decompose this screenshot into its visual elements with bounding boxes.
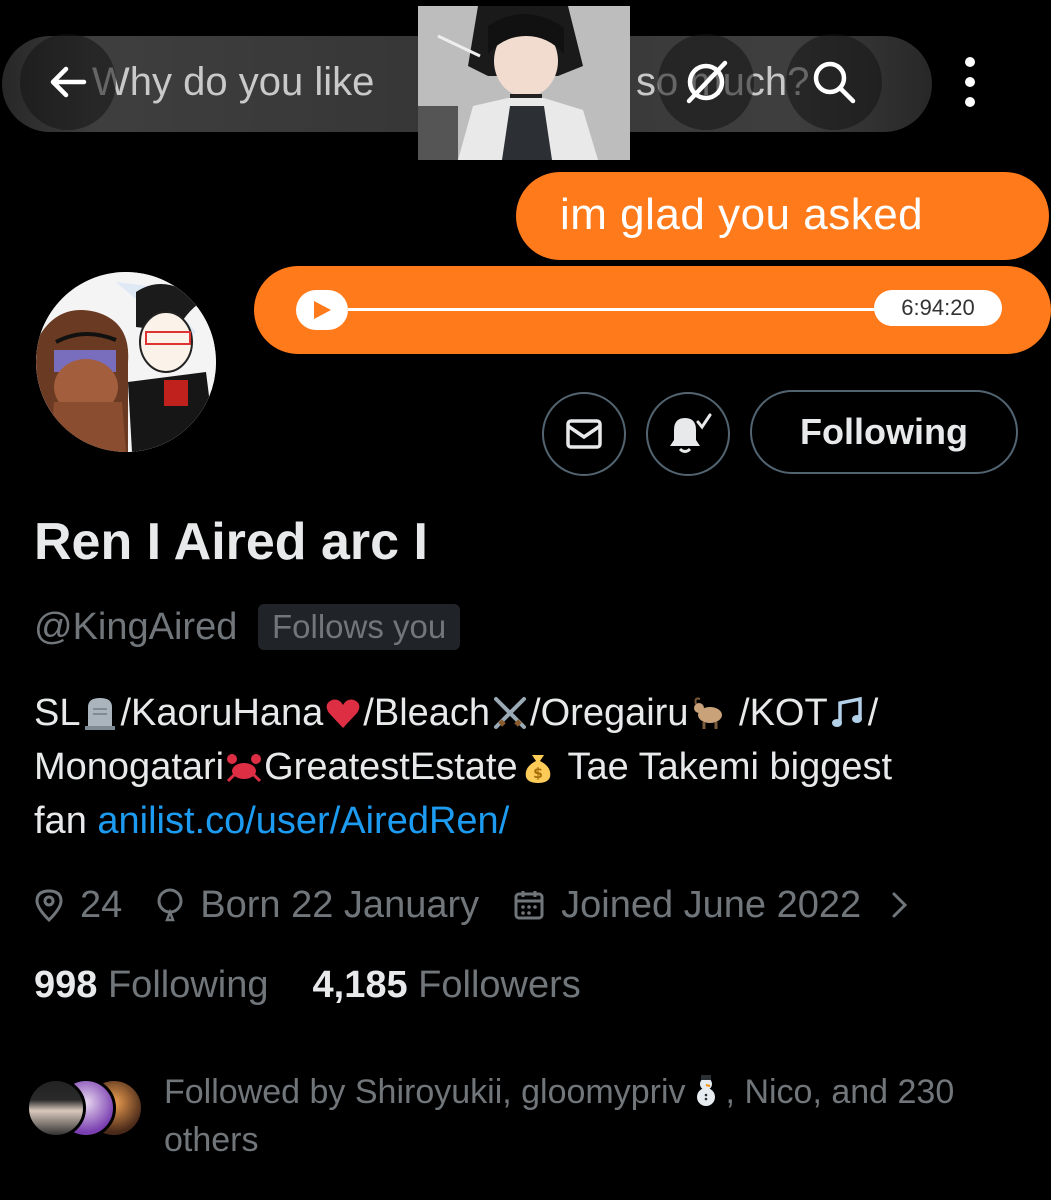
money-bag-emoji-icon: $ — [525, 755, 550, 783]
envelope-icon — [566, 419, 602, 449]
voice-time-label: 6:94:20 — [874, 290, 1002, 326]
orange-bubble-text: im glad you asked — [560, 190, 924, 239]
display-name: Ren I Aired arc I — [34, 513, 428, 571]
bio-link[interactable]: anilist.co/user/AiredRen/ — [97, 800, 509, 842]
chevron-right-icon[interactable] — [889, 890, 909, 920]
banner-character-image — [418, 6, 630, 160]
birthday-item: Born 22 January — [156, 884, 479, 927]
profile-handle: @KingAired — [34, 606, 238, 648]
arrow-left-icon — [50, 66, 87, 98]
followers-stat[interactable]: 4,185 Followers — [313, 964, 581, 1007]
crossed-swords-emoji-icon — [494, 697, 527, 729]
profile-bio: SL/KaoruHana/Bleach/Oregairu /KOT / Monog… — [34, 686, 1024, 848]
more-options-button[interactable] — [922, 34, 1018, 130]
notifications-button[interactable] — [646, 392, 730, 476]
joined-item[interactable]: Joined June 2022 — [513, 884, 861, 927]
search-icon — [813, 61, 856, 104]
search-button[interactable] — [786, 34, 882, 130]
musical-notes-emoji-icon — [831, 696, 862, 727]
back-button[interactable] — [20, 34, 116, 130]
calendar-icon — [514, 891, 544, 920]
voice-progress-line — [348, 308, 878, 311]
location-item: 24 — [34, 884, 122, 927]
bio-line-1: SL/KaoruHana/Bleach/Oregairu /KOT / — [34, 692, 879, 734]
profile-meta-row: 24 Born 22 January Joined June 2022 — [34, 878, 909, 932]
followed-by-text: Followed by Shiroyukii, gloomypriv, Nico… — [164, 1073, 955, 1159]
balloon-icon — [157, 888, 183, 922]
goat-emoji-icon — [694, 697, 723, 729]
bell-check-icon — [670, 413, 712, 453]
message-button[interactable] — [542, 392, 626, 476]
following-button[interactable]: Following — [750, 390, 1018, 474]
follow-stats: 998 Following 4,185 Followers — [34, 964, 625, 1007]
bio-line-2: Monogatari GreatestEstate $ Tae Takemi big… — [34, 746, 893, 788]
play-button — [296, 290, 348, 330]
grok-button[interactable] — [658, 34, 754, 130]
follows-you-badge: Follows you — [258, 604, 461, 650]
svg-text:$: $ — [533, 766, 543, 782]
snowman-emoji-icon — [696, 1075, 715, 1106]
crab-emoji-icon — [227, 754, 262, 783]
more-vertical-icon — [965, 57, 975, 107]
profile-avatar[interactable] — [30, 266, 222, 458]
mutual-avatar — [26, 1078, 86, 1138]
red-heart-emoji-icon — [326, 699, 360, 728]
mutual-avatars — [26, 1078, 156, 1144]
gray-bubble-left-text: Why do you like — [92, 60, 375, 104]
following-stat[interactable]: 998 Following — [34, 964, 269, 1007]
location-pin-icon — [35, 889, 63, 922]
avatar-drawing — [36, 272, 216, 452]
bio-line-3: fan anilist.co/user/AiredRen/ — [34, 800, 510, 842]
grok-icon — [686, 60, 728, 104]
headstone-emoji-icon — [85, 698, 116, 730]
play-icon — [314, 301, 331, 319]
